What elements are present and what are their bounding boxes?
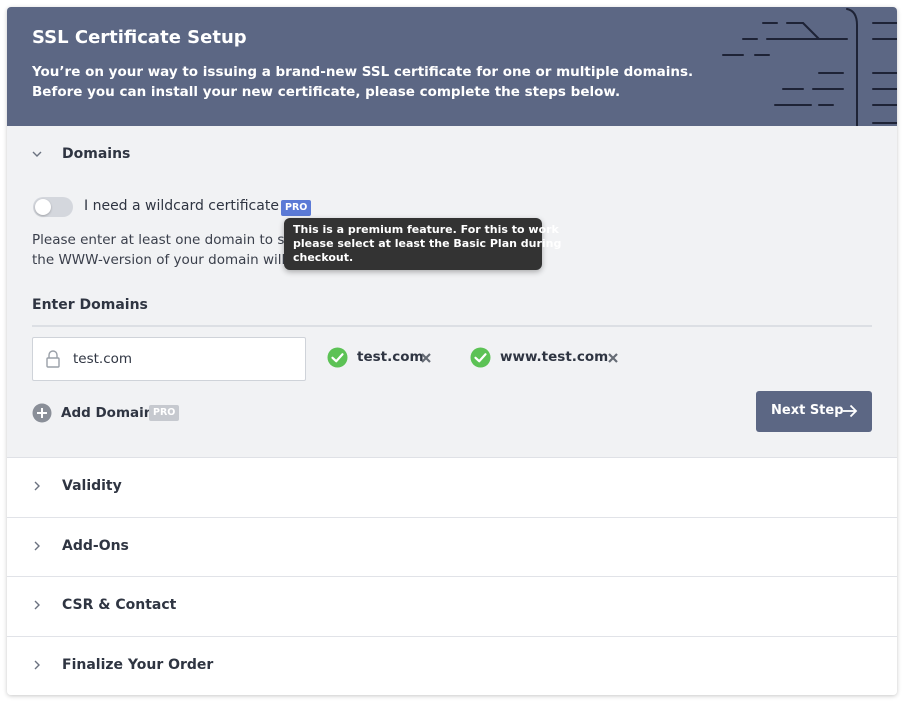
toggle-knob xyxy=(35,199,51,215)
chevron-right-icon xyxy=(34,481,40,491)
arrow-right-icon xyxy=(843,404,858,418)
plus-circle-icon xyxy=(32,403,52,423)
add-ons-section-header[interactable]: Add-Ons xyxy=(7,526,897,566)
finalize-order-section-header[interactable]: Finalize Your Order xyxy=(7,645,897,685)
finalize-order-section[interactable]: Finalize Your Order xyxy=(7,637,897,695)
chevron-right-icon xyxy=(34,660,40,670)
validity-section-title: Validity xyxy=(62,478,122,494)
add-ons-section[interactable]: Add-Ons xyxy=(7,518,897,577)
validity-section-header[interactable]: Validity xyxy=(7,466,897,506)
page-title: SSL Certificate Setup xyxy=(32,27,247,48)
domain-chip: test.com xyxy=(327,344,437,372)
premium-feature-tooltip: This is a premium feature. For this to w… xyxy=(284,218,562,270)
csr-contact-section[interactable]: CSR & Contact xyxy=(7,577,897,637)
finalize-order-section-title: Finalize Your Order xyxy=(62,657,214,673)
domains-section-header[interactable]: Domains xyxy=(7,134,897,174)
next-step-button[interactable]: Next Step xyxy=(756,391,872,432)
ssl-setup-card: SSL Certificate Setup You’re on your way… xyxy=(7,7,897,695)
next-step-label: Next Step xyxy=(771,403,844,418)
wildcard-pro-badge[interactable]: PRO xyxy=(281,200,312,216)
section-divider xyxy=(32,325,872,327)
page-header: SSL Certificate Setup You’re on your way… xyxy=(7,7,897,126)
validity-section[interactable]: Validity xyxy=(7,458,897,518)
tooltip-line: checkout. xyxy=(293,251,354,264)
wildcard-toggle[interactable] xyxy=(33,197,73,217)
domain-input[interactable] xyxy=(73,348,293,370)
domain-input-field[interactable] xyxy=(32,337,306,381)
lock-icon xyxy=(46,350,60,368)
add-domain-pro-badge: PRO xyxy=(149,405,180,421)
wildcard-label: I need a wildcard certificate xyxy=(84,198,279,214)
check-circle-icon xyxy=(470,347,491,368)
csr-contact-section-header[interactable]: CSR & Contact xyxy=(7,585,897,625)
close-icon[interactable] xyxy=(608,353,618,363)
description-line: Before you can install your new certific… xyxy=(32,84,621,100)
domains-section: Domains I need a wildcard certificate PR… xyxy=(7,126,897,458)
description-line: You’re on your way to issuing a brand-ne… xyxy=(32,64,694,80)
enter-domains-label: Enter Domains xyxy=(32,297,148,313)
chevron-right-icon xyxy=(34,541,40,551)
domains-section-title: Domains xyxy=(62,146,131,162)
page-description: You’re on your way to issuing a brand-ne… xyxy=(32,62,694,102)
domain-chip-label: www.test.com xyxy=(500,349,609,365)
check-circle-icon xyxy=(327,347,348,368)
close-icon[interactable] xyxy=(421,353,431,363)
domain-chip: www.test.com xyxy=(470,344,620,372)
chevron-down-icon xyxy=(32,151,42,157)
add-ons-section-title: Add-Ons xyxy=(62,538,129,554)
circuit-decoration-icon xyxy=(722,8,897,126)
add-domain-label: Add Domain xyxy=(61,405,154,421)
chevron-right-icon xyxy=(34,600,40,610)
domain-chip-label: test.com xyxy=(357,349,424,365)
csr-contact-section-title: CSR & Contact xyxy=(62,597,177,613)
tooltip-line: This is a premium feature. For this to w… xyxy=(293,223,559,236)
tooltip-line: please select at least the Basic Plan du… xyxy=(293,237,562,250)
